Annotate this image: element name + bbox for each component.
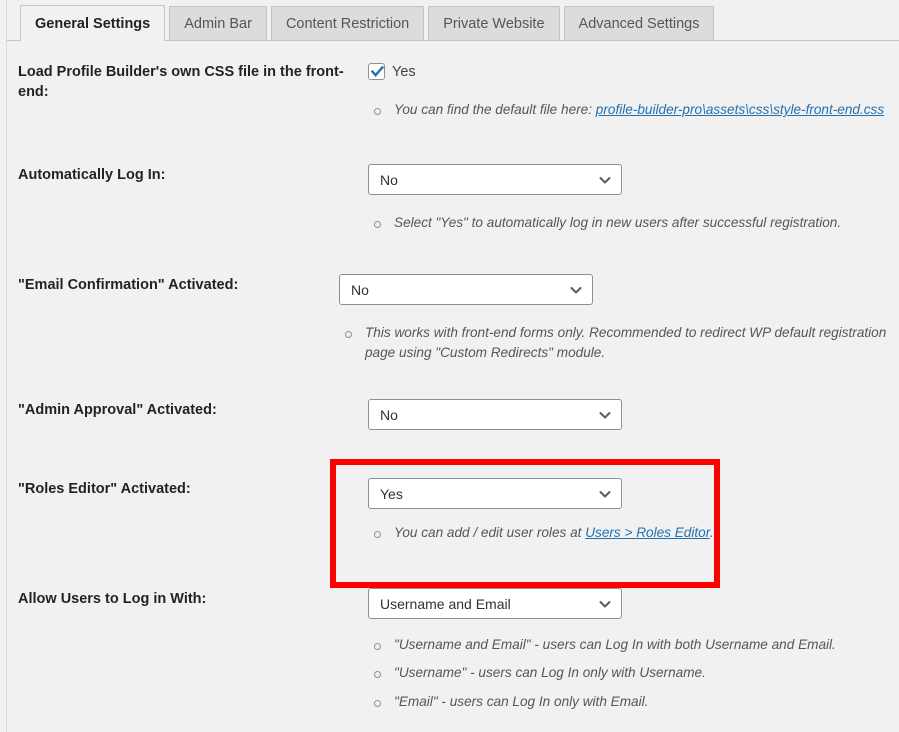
roles-editor-description-list: You can add / edit user roles at Users >… xyxy=(368,523,899,543)
setting-row-login-with: Allow Users to Log in With: Username and… xyxy=(0,568,899,709)
auto-login-description-list: Select "Yes" to automatically log in new… xyxy=(368,213,899,233)
email-confirmation-select-value: No xyxy=(351,281,369,298)
setting-field-auto-login: No Select "Yes" to automatically log in … xyxy=(368,144,899,233)
admin-approval-select[interactable]: No xyxy=(368,399,622,430)
setting-row-load-css: Load Profile Builder's own CSS file in t… xyxy=(0,41,899,144)
tab-label: Private Website xyxy=(443,16,545,32)
setting-field-email-confirmation: No This works with front-end forms only.… xyxy=(339,254,899,364)
auto-login-select[interactable]: No xyxy=(368,164,622,195)
tab-admin-bar[interactable]: Admin Bar xyxy=(169,6,267,41)
desc-text-suffix: . xyxy=(709,525,714,540)
setting-field-login-with: Username and Email "Username and Email" … xyxy=(368,568,899,712)
chevron-down-icon xyxy=(569,283,583,297)
roles-editor-select[interactable]: Yes xyxy=(368,478,622,509)
load-css-checkbox-group[interactable]: Yes xyxy=(368,61,899,80)
email-confirmation-select[interactable]: No xyxy=(339,274,593,305)
chevron-down-icon xyxy=(598,487,612,501)
setting-row-auto-login: Automatically Log In: No Select "Yes" to… xyxy=(0,144,899,254)
login-with-description: "Username and Email" - users can Log In … xyxy=(368,635,899,655)
login-with-description: "Username" - users can Log In only with … xyxy=(368,663,899,683)
tab-label: Advanced Settings xyxy=(578,16,700,32)
settings-tab-bar: General Settings Admin Bar Content Restr… xyxy=(7,0,899,42)
chevron-down-icon xyxy=(598,597,612,611)
users-roles-editor-link[interactable]: Users > Roles Editor xyxy=(585,525,710,540)
load-css-checkbox-label: Yes xyxy=(392,63,416,80)
setting-label-admin-approval: "Admin Approval" Activated: xyxy=(18,402,217,418)
load-css-description-list: You can find the default file here: prof… xyxy=(368,100,899,120)
tab-label: General Settings xyxy=(35,15,151,32)
email-confirmation-description: This works with front-end forms only. Re… xyxy=(339,323,899,364)
setting-field-admin-approval: No xyxy=(368,379,899,430)
admin-approval-select-value: No xyxy=(380,406,398,423)
tab-label: Content Restriction xyxy=(285,16,410,32)
tab-general-settings[interactable]: General Settings xyxy=(20,5,166,42)
default-css-file-link[interactable]: profile-builder-pro\assets\css\style-fro… xyxy=(596,102,884,117)
login-with-description: "Email" - users can Log In only with Ema… xyxy=(368,692,899,712)
setting-label-login-with: Allow Users to Log in With: xyxy=(18,591,207,607)
load-css-checkbox[interactable] xyxy=(368,63,385,80)
desc-text: You can find the default file here: xyxy=(394,102,596,117)
setting-label-email-confirmation: "Email Confirmation" Activated: xyxy=(18,277,239,293)
tab-private-website[interactable]: Private Website xyxy=(428,6,560,41)
tab-label: Admin Bar xyxy=(184,16,252,32)
setting-field-roles-editor: Yes You can add / edit user roles at Use… xyxy=(368,458,899,543)
settings-page: General Settings Admin Bar Content Restr… xyxy=(0,0,899,732)
auto-login-description: Select "Yes" to automatically log in new… xyxy=(368,213,899,233)
setting-label-roles-editor: "Roles Editor" Activated: xyxy=(18,481,191,497)
chevron-down-icon xyxy=(598,408,612,422)
login-with-description-list: "Username and Email" - users can Log In … xyxy=(368,635,899,712)
login-with-select[interactable]: Username and Email xyxy=(368,588,622,619)
roles-editor-description: You can add / edit user roles at Users >… xyxy=(368,523,899,543)
settings-form: Load Profile Builder's own CSS file in t… xyxy=(0,41,899,709)
tab-advanced-settings[interactable]: Advanced Settings xyxy=(563,6,715,41)
setting-row-roles-editor: "Roles Editor" Activated: Yes You can ad… xyxy=(0,458,899,568)
setting-label-load-css: Load Profile Builder's own CSS file in t… xyxy=(18,64,344,100)
login-with-select-value: Username and Email xyxy=(380,595,511,612)
setting-field-load-css: Yes You can find the default file here: … xyxy=(368,41,899,120)
chevron-down-icon xyxy=(598,173,612,187)
setting-row-admin-approval: "Admin Approval" Activated: No xyxy=(0,379,899,458)
setting-label-auto-login: Automatically Log In: xyxy=(18,167,166,183)
roles-editor-select-value: Yes xyxy=(380,485,403,502)
tab-content-restriction[interactable]: Content Restriction xyxy=(270,6,425,41)
setting-row-email-confirmation: "Email Confirmation" Activated: No This … xyxy=(0,254,899,379)
auto-login-select-value: No xyxy=(380,171,398,188)
checkmark-icon xyxy=(370,65,385,78)
email-confirmation-description-list: This works with front-end forms only. Re… xyxy=(339,323,899,364)
tab-list: General Settings Admin Bar Content Restr… xyxy=(20,5,718,42)
desc-text: You can add / edit user roles at xyxy=(394,525,586,540)
load-css-description: You can find the default file here: prof… xyxy=(368,100,899,120)
